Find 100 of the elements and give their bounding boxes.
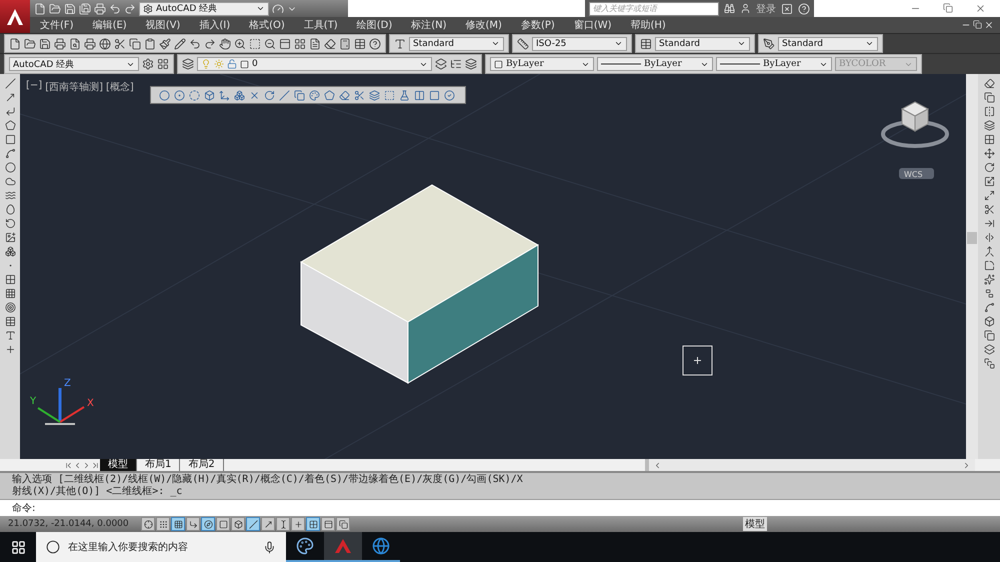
text-style-icon[interactable]: [394, 38, 406, 50]
property-dropdown[interactable]: ByLayer: [490, 57, 594, 71]
status-toggle[interactable]: [216, 517, 230, 531]
previous-tab-icon[interactable]: [73, 460, 82, 470]
status-toggle[interactable]: [171, 517, 185, 531]
app-logo[interactable]: [0, 0, 30, 33]
status-toggle[interactable]: [186, 517, 200, 531]
layers-icon[interactable]: [984, 344, 994, 355]
grid-icon[interactable]: [157, 58, 169, 70]
property-dropdown[interactable]: ByLayer: [716, 57, 832, 71]
eraser-icon[interactable]: [324, 38, 336, 50]
menu-item[interactable]: 插入(I): [199, 18, 230, 32]
restore-icon[interactable]: [973, 20, 982, 30]
caret-icon[interactable]: [737, 39, 746, 48]
unlock-icon[interactable]: [227, 59, 237, 69]
rotate-icon[interactable]: [984, 162, 994, 173]
viewcube-drawing[interactable]: [881, 101, 949, 148]
status-toggle[interactable]: [141, 517, 155, 531]
workspace-dropdown[interactable]: AutoCAD 经典: [139, 2, 269, 16]
redo-icon[interactable]: [204, 38, 216, 50]
scissors-icon[interactable]: [114, 38, 126, 50]
user-icon[interactable]: [740, 3, 751, 14]
table-icon[interactable]: [354, 38, 366, 50]
rectangle-icon[interactable]: [4, 134, 16, 145]
menu-item[interactable]: 文件(F): [40, 18, 74, 32]
blend-icon[interactable]: [984, 302, 994, 313]
fillet-icon[interactable]: [984, 260, 994, 271]
copy-icon[interactable]: [984, 92, 994, 103]
menu-item[interactable]: 修改(M): [466, 18, 502, 32]
check-icon[interactable]: [444, 90, 455, 100]
brush-icon[interactable]: [159, 38, 171, 50]
scroll-thumb[interactable]: [967, 232, 977, 244]
first-tab-icon[interactable]: [64, 460, 73, 470]
layout-tab[interactable]: 模型: [100, 459, 137, 471]
polygon-icon[interactable]: [4, 120, 16, 131]
menu-item[interactable]: 工具(T): [304, 18, 338, 32]
calculator-icon[interactable]: [339, 38, 351, 50]
status-toggle[interactable]: [261, 517, 275, 531]
mleader-style-icon[interactable]: [763, 38, 775, 50]
status-toggle[interactable]: [306, 517, 320, 531]
pencil-icon[interactable]: [174, 38, 186, 50]
redo-icon[interactable]: [124, 2, 136, 14]
folder-icon[interactable]: [24, 38, 36, 50]
settings-icon[interactable]: [142, 58, 154, 70]
table-icon[interactable]: [4, 316, 16, 327]
style-dropdown[interactable]: Standard: [409, 36, 504, 50]
copy-icon[interactable]: [129, 38, 141, 50]
ray-icon[interactable]: [4, 92, 16, 103]
last-tab-icon[interactable]: [91, 460, 100, 470]
printer-icon[interactable]: [54, 38, 66, 50]
help-icon[interactable]: [369, 38, 381, 50]
status-toggle[interactable]: [246, 517, 260, 531]
caret-icon[interactable]: [256, 4, 265, 13]
stretch-icon[interactable]: [984, 190, 994, 201]
menu-item[interactable]: 格式(O): [249, 18, 285, 32]
close-icon[interactable]: [975, 3, 986, 14]
duplicate-icon[interactable]: [984, 330, 994, 341]
zoom-icon[interactable]: [234, 38, 246, 50]
style-dropdown[interactable]: Standard: [778, 36, 878, 50]
new-file-icon[interactable]: [9, 38, 21, 50]
menu-item[interactable]: 视图(V): [146, 18, 180, 32]
grid-icon[interactable]: [294, 38, 306, 50]
layer-dropdown[interactable]: 0: [197, 57, 432, 71]
workspace-dropdown[interactable]: AutoCAD 经典: [9, 57, 139, 71]
gear-icon[interactable]: [143, 4, 153, 14]
microphone-icon[interactable]: [263, 540, 276, 554]
wcs-label[interactable]: WCS: [904, 170, 923, 179]
menu-item[interactable]: 参数(P): [520, 18, 555, 32]
menu-item[interactable]: 标注(N): [411, 18, 447, 32]
horizontal-scrollbar[interactable]: [645, 459, 975, 471]
text-icon[interactable]: [4, 330, 16, 341]
save-as-icon[interactable]: [79, 2, 91, 14]
menu-item[interactable]: 绘图(D): [356, 18, 392, 32]
zoom-window-icon[interactable]: [249, 38, 261, 50]
drawing-canvas[interactable]: Z Y X WCS [−] [西南等轴测] [概念]: [20, 74, 966, 459]
save-icon[interactable]: [39, 38, 51, 50]
scroll-right-icon[interactable]: [962, 460, 971, 470]
erase-icon[interactable]: [984, 78, 994, 89]
style-dropdown[interactable]: ISO-25: [532, 36, 627, 50]
zoom-out-icon[interactable]: [264, 38, 276, 50]
cloud-icon[interactable]: [4, 176, 16, 187]
stack-icon[interactable]: [984, 358, 994, 369]
printer-icon[interactable]: [94, 2, 106, 14]
undo-icon[interactable]: [109, 2, 121, 14]
circle-icon[interactable]: [4, 162, 16, 173]
pan-icon[interactable]: [219, 38, 231, 50]
status-toggle[interactable]: [321, 517, 335, 531]
binoculars-icon[interactable]: [724, 3, 735, 14]
move-icon[interactable]: [984, 148, 994, 159]
style-dropdown[interactable]: Standard: [655, 36, 750, 50]
menu-item[interactable]: 帮助(H): [630, 18, 666, 32]
dim-style-icon[interactable]: [517, 38, 529, 50]
add-icon[interactable]: [4, 344, 16, 355]
caret-icon[interactable]: [491, 39, 500, 48]
vertical-scrollbar[interactable]: [966, 74, 978, 459]
globe-icon[interactable]: [99, 38, 111, 50]
caret-icon[interactable]: [865, 39, 874, 48]
wcs-badge[interactable]: [899, 168, 934, 179]
gauge-icon[interactable]: [272, 2, 284, 14]
flask-icon[interactable]: [399, 90, 410, 100]
